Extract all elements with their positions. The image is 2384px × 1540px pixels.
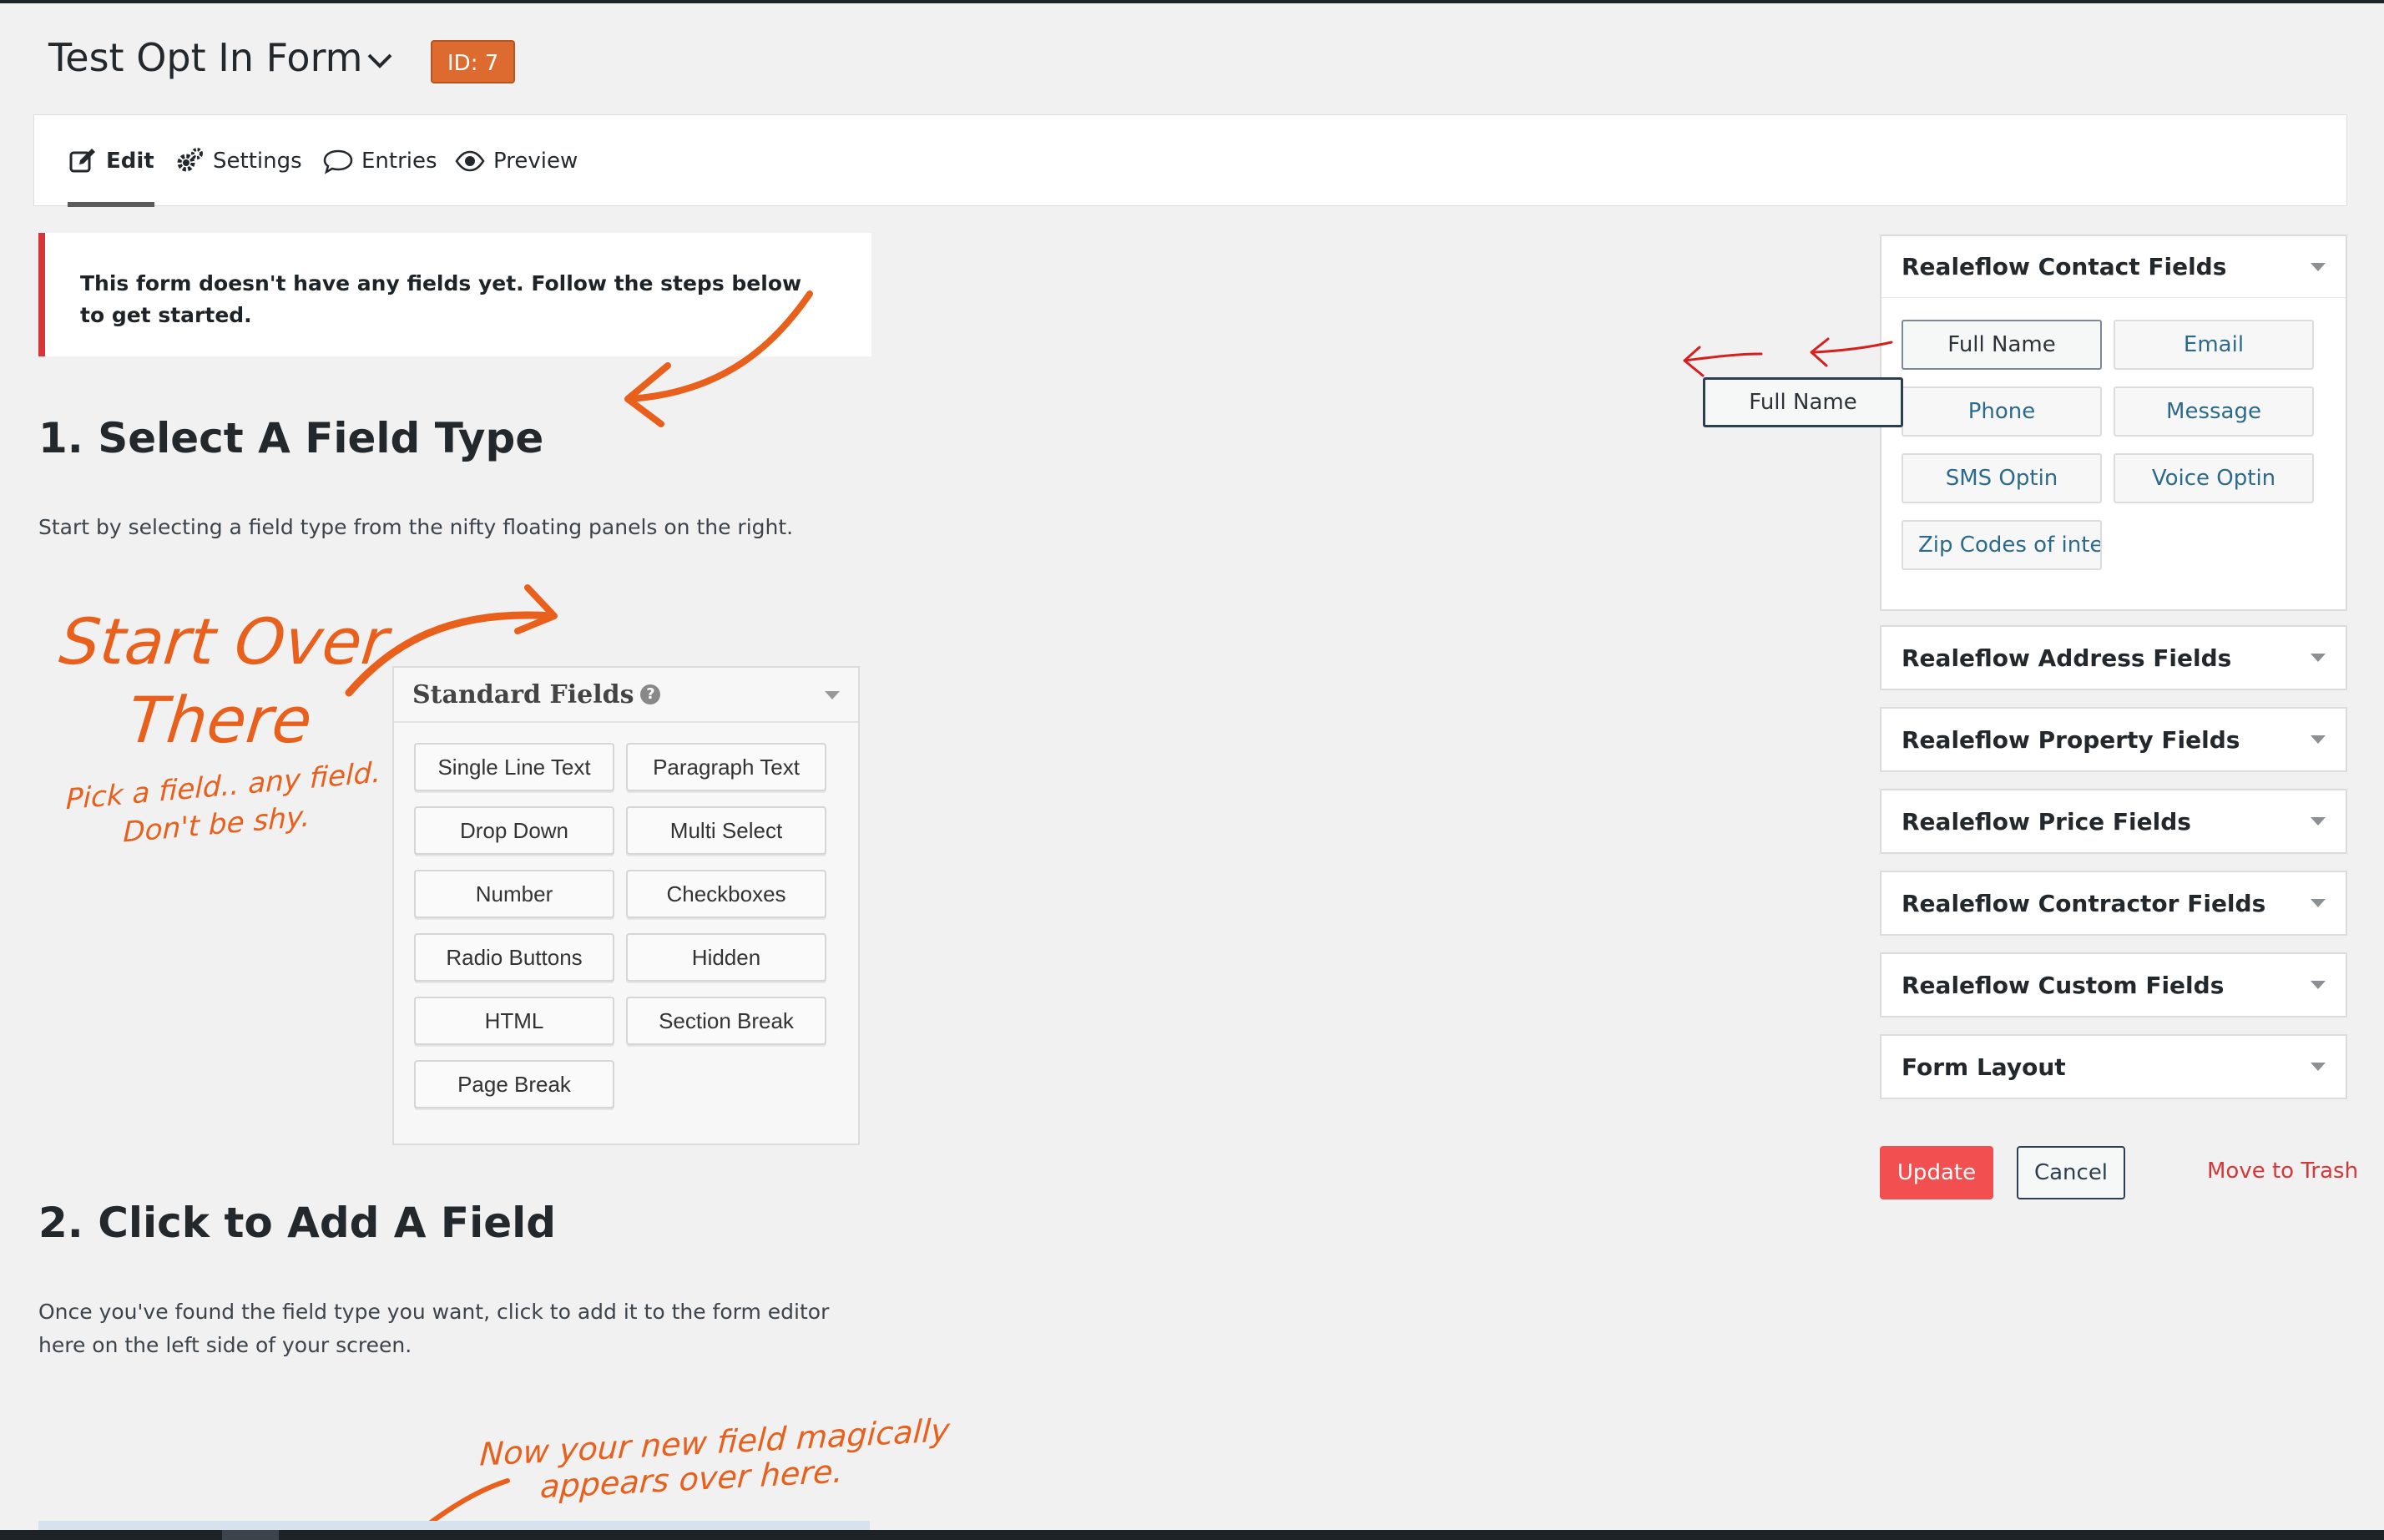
property-fields-panel[interactable]: Realeflow Property Fields [1880,707,2347,772]
caret-down-icon [825,691,840,699]
message-field-button[interactable]: Message [2114,386,2314,437]
step-2-title: 2. Click to Add A Field [38,1199,557,1247]
sms-optin-field-button[interactable]: SMS Optin [1902,453,2102,503]
caret-down-icon[interactable] [2311,899,2326,907]
tab-label: Edit [106,149,154,174]
tab-preview[interactable]: Preview [455,115,578,207]
step-1-title: 1. Select A Field Type [38,414,544,462]
tab-label: Preview [493,149,578,174]
drag-arrow-annotation [1810,337,1893,367]
gears-icon [177,148,203,172]
tab-entries[interactable]: Entries [323,115,437,207]
caret-down-icon[interactable] [2311,263,2326,271]
tab-label: Entries [361,149,437,174]
form-layout-panel[interactable]: Form Layout [1880,1034,2347,1099]
move-to-trash-link[interactable]: Move to Trash [2207,1159,2358,1184]
email-field-button[interactable]: Email [2114,320,2314,370]
illustration-field-button: Drop Down [414,806,614,855]
scrollbar-thumb[interactable] [222,1530,279,1540]
handwriting-start-over: Start Over [56,604,392,679]
admin-top-edge [0,0,2384,3]
custom-fields-panel[interactable]: Realeflow Custom Fields [1880,952,2347,1017]
arrow-down-left-annotation [624,290,813,427]
edit-icon [69,149,95,173]
illustration-field-button: Radio Buttons [414,933,614,982]
form-title: Test Opt In Form [48,35,363,80]
panel-title: Realeflow Custom Fields [1902,971,2225,999]
standard-fields-illustration: Standard Fields ? Single Line Text Parag… [392,666,860,1145]
panel-title: Realeflow Address Fields [1902,644,2232,672]
step-1-description: Start by selecting a field type from the… [38,515,794,539]
drag-arrow-annotation [1683,346,1763,377]
illustration-field-button: Section Break [626,997,826,1045]
illustration-field-button: Number [414,870,614,918]
tab-edit[interactable]: Edit [68,115,154,207]
address-fields-panel[interactable]: Realeflow Address Fields [1880,625,2347,690]
eye-icon [455,150,485,172]
illustration-field-button: Paragraph Text [626,743,826,791]
panel-title: Realeflow Contractor Fields [1902,889,2266,917]
panel-title: Realeflow Property Fields [1902,725,2240,754]
illustration-field-button: Single Line Text [414,743,614,791]
panel-title: Form Layout [1902,1053,2066,1081]
full-name-field-button[interactable]: Full Name [1902,320,2102,370]
comment-icon [323,149,353,174]
voice-optin-field-button[interactable]: Voice Optin [2114,453,2314,503]
illustration-field-button: Hidden [626,933,826,982]
tab-settings[interactable]: Settings [174,115,302,207]
chevron-down-icon[interactable] [364,48,396,73]
horizontal-scrollbar[interactable] [0,1530,2384,1540]
update-button[interactable]: Update [1880,1146,1993,1199]
caret-down-icon[interactable] [2311,654,2326,662]
handwriting-there: There [124,683,316,757]
contact-fields-panel: Realeflow Contact Fields Full Name Email… [1880,235,2347,611]
cancel-button[interactable]: Cancel [2017,1146,2125,1199]
panel-title: Realeflow Contact Fields [1902,253,2227,280]
form-id-badge: ID: 7 [431,40,516,83]
help-icon: ? [640,684,661,704]
phone-field-button[interactable]: Phone [1902,386,2102,437]
caret-down-icon[interactable] [2311,1063,2326,1071]
illustration-field-button: HTML [414,997,614,1045]
contact-fields-header[interactable]: Realeflow Contact Fields [1881,236,2346,298]
standard-fields-header: Standard Fields ? [394,668,858,723]
tab-label: Settings [213,149,302,174]
form-tab-bar: Edit Settings Entries Preview [33,114,2347,207]
price-fields-panel[interactable]: Realeflow Price Fields [1880,789,2347,854]
caret-down-icon[interactable] [2311,735,2326,744]
zip-codes-field-button[interactable]: Zip Codes of intere [1902,520,2102,570]
form-editor-preview-edge [38,1521,870,1530]
caret-down-icon[interactable] [2311,817,2326,826]
contractor-fields-panel[interactable]: Realeflow Contractor Fields [1880,871,2347,936]
illustration-field-button: Page Break [414,1060,614,1108]
caret-down-icon[interactable] [2311,981,2326,989]
standard-fields-title: Standard Fields [412,679,634,709]
step-2-description: Once you've found the field type you wan… [38,1300,830,1357]
panel-title: Realeflow Price Fields [1902,807,2191,836]
illustration-field-button: Checkboxes [626,870,826,918]
illustration-field-button: Multi Select [626,806,826,855]
